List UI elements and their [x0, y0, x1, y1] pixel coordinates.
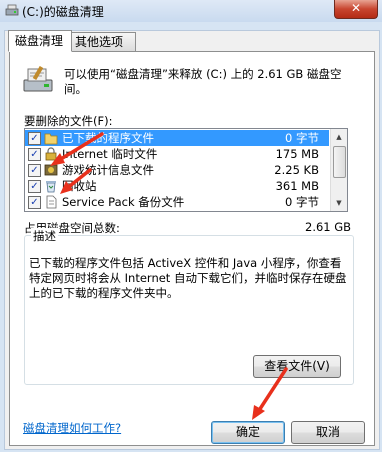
- window-title: (C:)的磁盘清理: [22, 5, 104, 19]
- checkbox[interactable]: ✓: [28, 180, 41, 193]
- file-category-name: Internet 临时文件: [62, 147, 158, 161]
- list-item-downloaded-program-files[interactable]: ✓ 已下载的程序文件 0 字节: [25, 130, 329, 146]
- tab-more-options[interactable]: 其他选项: [68, 32, 136, 51]
- dialog-client-area: 磁盘清理 其他选项 可以使用“磁盘清理”来释放 (C:) 上的 2.61 GB …: [4, 30, 380, 450]
- tab-disk-cleanup[interactable]: 磁盘清理: [8, 30, 72, 52]
- scroll-down-arrow-icon[interactable]: ▼: [332, 196, 346, 210]
- file-category-size: 0 字节: [285, 131, 319, 145]
- folder-icon: [44, 133, 58, 145]
- tab-label: 磁盘清理: [15, 34, 64, 48]
- disk-cleanup-app-icon: [5, 4, 19, 16]
- ok-button[interactable]: 确定: [211, 421, 285, 444]
- close-icon: ✕: [350, 1, 362, 15]
- description-group: 描述 已下载的程序文件包括 ActiveX 控件和 Java 小程序，你查看特定…: [24, 228, 354, 385]
- scroll-up-arrow-icon[interactable]: ▲: [332, 130, 346, 144]
- file-category-size: 175 MB: [275, 147, 319, 161]
- list-item-internet-temp-files[interactable]: ✓ Internet 临时文件 175 MB: [25, 146, 329, 162]
- close-button[interactable]: ✕: [334, 0, 378, 19]
- intro-text: 可以使用“磁盘清理”来释放 (C:) 上的 2.61 GB 磁盘空间。: [64, 67, 342, 96]
- disk-cleanup-panel: 可以使用“磁盘清理”来释放 (C:) 上的 2.61 GB 磁盘空间。 要删除的…: [9, 51, 375, 446]
- file-icon: [46, 195, 57, 209]
- recycle-bin-icon: [46, 181, 56, 193]
- scrollbar-thumb[interactable]: [333, 146, 346, 178]
- file-category-size: 0 字节: [285, 195, 319, 209]
- cancel-button[interactable]: 取消: [291, 421, 365, 444]
- checkbox[interactable]: ✓: [28, 132, 41, 145]
- file-category-name: Service Pack 备份文件: [62, 195, 185, 209]
- internet-lock-icon: [45, 147, 57, 161]
- file-category-name: 回收站: [62, 179, 97, 193]
- file-category-size: 2.25 KB: [274, 163, 319, 177]
- files-to-delete-label: 要删除的文件(F):: [24, 114, 113, 128]
- total-space-value: 2.61 GB: [305, 220, 352, 234]
- checkbox[interactable]: ✓: [28, 148, 41, 161]
- game-icon: [44, 164, 58, 176]
- file-category-size: 361 MB: [275, 179, 319, 193]
- checkbox[interactable]: ✓: [28, 196, 41, 209]
- description-text: 已下载的程序文件包括 ActiveX 控件和 Java 小程序，你查看特定网页时…: [29, 256, 347, 300]
- list-scrollbar[interactable]: ▲ ▼: [330, 129, 347, 211]
- how-disk-cleanup-works-link[interactable]: 磁盘清理如何工作?: [23, 420, 121, 436]
- disk-cleanup-large-icon: [23, 66, 53, 92]
- description-title: 描述: [31, 228, 58, 244]
- list-item-game-statistics-files[interactable]: ✓ 游戏统计信息文件 2.25 KB: [25, 162, 329, 178]
- checkbox[interactable]: ✓: [28, 164, 41, 177]
- tab-label: 其他选项: [75, 35, 124, 49]
- disk-cleanup-window: (C:)的磁盘清理 ✕ 磁盘清理 其他选项 可以使用“磁盘清理”来释放 (C:)…: [0, 0, 382, 452]
- list-item-recycle-bin[interactable]: ✓ 回收站 361 MB: [25, 178, 329, 194]
- file-category-name: 已下载的程序文件: [62, 131, 154, 145]
- file-category-name: 游戏统计信息文件: [62, 163, 154, 177]
- files-to-delete-list[interactable]: ✓ 已下载的程序文件 0 字节 ✓ Internet 临时文件 175 MB ✓…: [24, 128, 348, 212]
- title-bar[interactable]: (C:)的磁盘清理 ✕: [0, 0, 382, 22]
- list-item-service-pack-backup[interactable]: ✓ Service Pack 备份文件 0 字节: [25, 194, 329, 210]
- view-files-button[interactable]: 查看文件(V): [253, 355, 341, 378]
